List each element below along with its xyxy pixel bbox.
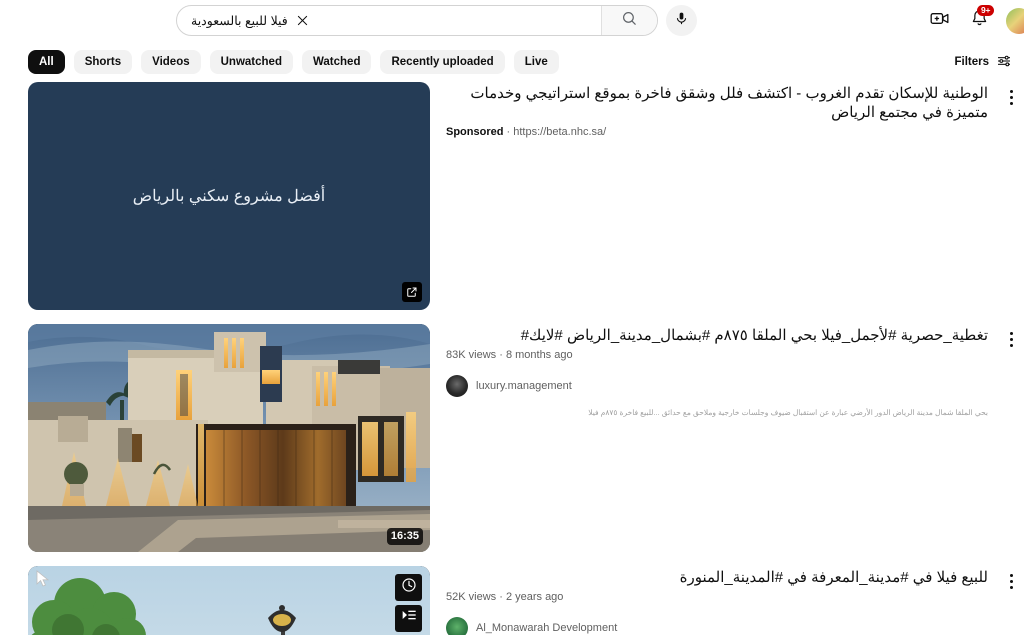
microphone-icon: [674, 11, 689, 31]
search-result-sponsored: أفضل مشروع سكني بالرياض الوطنية للإسكان …: [28, 82, 1024, 310]
video-stats: 52K views · 2 years ago: [446, 591, 988, 603]
channel-link[interactable]: Al_Monawarah Development: [446, 617, 988, 635]
view-count: 52K views: [446, 591, 497, 604]
search-result-video-1: 16:35 تغطية_حصرية #لأجمل_فيلا بحي الملقا…: [28, 324, 1024, 552]
more-options-icon[interactable]: [1000, 326, 1022, 352]
chip-videos[interactable]: Videos: [141, 50, 201, 74]
more-options-icon[interactable]: [1000, 568, 1022, 594]
thumbnail-video-1[interactable]: 16:35: [28, 324, 430, 552]
search-query-text: فيلا للبيع بالسعودية: [191, 14, 288, 28]
channel-avatar: [446, 617, 468, 635]
chip-unwatched[interactable]: Unwatched: [209, 50, 293, 74]
chip-live[interactable]: Live: [513, 50, 559, 74]
clock-icon: [401, 577, 417, 598]
thumbnail-sponsored[interactable]: أفضل مشروع سكني بالرياض: [28, 82, 430, 310]
video-description: بحي الملقا شمال مدينة الرياض الدور الأرض…: [588, 408, 988, 418]
sponsored-badge: Sponsored: [446, 126, 504, 139]
notifications-badge: 9+: [977, 5, 995, 16]
search-results-list: أفضل مشروع سكني بالرياض الوطنية للإسكان …: [0, 82, 1024, 635]
separator: ·: [499, 349, 503, 362]
filters-label: Filters: [954, 56, 989, 68]
video-stats: 83K views · 8 months ago: [446, 349, 988, 361]
result-meta-sponsored: الوطنية للإسكان تقدم الغروب - اكتشف فلل …: [430, 82, 1024, 310]
published-time: 2 years ago: [505, 591, 564, 604]
search-button[interactable]: [601, 6, 657, 35]
view-count: 83K views: [446, 349, 497, 362]
chip-recently-uploaded[interactable]: Recently uploaded: [380, 50, 505, 74]
mouse-cursor-icon: [36, 570, 50, 593]
search-input[interactable]: فيلا للبيع بالسعودية: [177, 6, 601, 35]
filters-button[interactable]: Filters: [954, 53, 1012, 72]
chip-shorts[interactable]: Shorts: [73, 50, 133, 74]
result-title[interactable]: للبيع فيلا في #مدينة_المعرفة في #المدينة…: [446, 568, 988, 587]
separator: ·: [506, 126, 511, 139]
avatar[interactable]: [1006, 8, 1024, 34]
more-options-icon[interactable]: [1000, 84, 1022, 110]
add-to-queue-button[interactable]: [395, 605, 422, 632]
separator: ·: [499, 591, 503, 604]
search-box[interactable]: فيلا للبيع بالسعودية: [176, 5, 658, 36]
thumbnail-hover-actions: [395, 574, 422, 632]
filter-sliders-icon: [996, 53, 1012, 72]
watch-later-button[interactable]: [395, 574, 422, 601]
thumbnail-caption: أفضل مشروع سكني بالرياض: [132, 188, 326, 205]
result-title[interactable]: الوطنية للإسكان تقدم الغروب - اكتشف فلل …: [446, 84, 988, 122]
chip-watched[interactable]: Watched: [301, 50, 372, 74]
external-link-icon[interactable]: [402, 282, 422, 302]
create-video-button[interactable]: [926, 8, 952, 34]
channel-name: Al_Monawarah Development: [476, 622, 618, 635]
clear-search-icon[interactable]: [292, 10, 314, 32]
channel-link[interactable]: luxury.management: [446, 375, 988, 398]
channel-avatar: [446, 375, 468, 398]
result-title[interactable]: تغطية_حصرية #لأجمل_فيلا بحي الملقا ٨٧٥م …: [446, 326, 988, 345]
published-time: 8 months ago: [505, 349, 573, 362]
thumbnail-video-2[interactable]: [28, 566, 430, 635]
masthead: فيلا للبيع بالسعودية 9+: [0, 0, 1024, 42]
channel-name: luxury.management: [476, 380, 572, 393]
filter-chips-bar: All Shorts Videos Unwatched Watched Rece…: [0, 42, 1024, 82]
masthead-actions: 9+: [926, 0, 1024, 42]
search-zone: فيلا للبيع بالسعودية: [176, 5, 697, 36]
video-duration: 16:35: [386, 527, 423, 545]
result-meta-video-2: للبيع فيلا في #مدينة_المعرفة في #المدينة…: [430, 566, 1024, 635]
create-video-icon: [929, 8, 950, 34]
chip-all[interactable]: All: [28, 50, 65, 74]
queue-icon: [401, 608, 417, 629]
voice-search-button[interactable]: [666, 5, 697, 36]
sponsor-url[interactable]: https://beta.nhc.sa/: [513, 126, 606, 138]
search-icon: [621, 10, 638, 32]
notifications-button[interactable]: 9+: [966, 5, 995, 34]
search-result-video-2: للبيع فيلا في #مدينة_المعرفة في #المدينة…: [28, 566, 1024, 635]
sponsored-info: Sponsored · https://beta.nhc.sa/: [446, 126, 988, 138]
result-meta-video-1: تغطية_حصرية #لأجمل_فيلا بحي الملقا ٨٧٥م …: [430, 324, 1024, 552]
